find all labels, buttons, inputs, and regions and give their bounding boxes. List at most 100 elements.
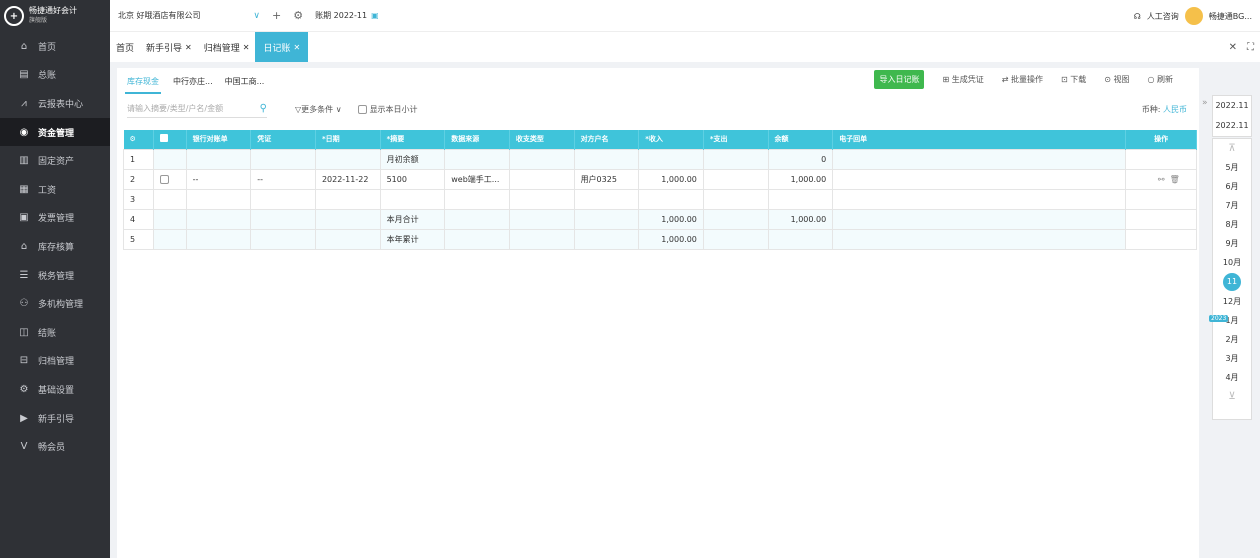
close-icon[interactable]: ✕ — [185, 43, 192, 52]
company-select[interactable]: 北京 好哦酒店有限公司 ∨ — [110, 10, 260, 21]
month-7[interactable]: 12月 — [1213, 292, 1251, 311]
download-button[interactable]: ⊡ 下载 — [1061, 74, 1086, 85]
gear-icon[interactable]: ⚙ — [293, 9, 303, 22]
table-row[interactable]: 4 本月合计 1,000.00 1,000.00 — [122, 208, 1197, 230]
row-actions — [1125, 148, 1197, 170]
avatar[interactable] — [1184, 7, 1203, 25]
month-4[interactable]: 9月 — [1213, 234, 1251, 253]
cell-balance[interactable]: 1,000.00 — [767, 168, 834, 190]
checkbox[interactable] — [357, 104, 367, 114]
month-6[interactable]: 11月 — [1223, 273, 1241, 304]
row-select[interactable] — [153, 228, 187, 250]
delete-icon[interactable]: 🗑 — [1170, 175, 1180, 184]
sidebar-item-home[interactable]: ⌂ 首页 — [0, 32, 110, 61]
month-1[interactable]: 6月 — [1213, 177, 1251, 196]
tab-3[interactable]: 日记账 ✕ — [255, 32, 309, 62]
chevron-up-icon[interactable]: ⊼ — [1213, 139, 1251, 158]
gear-icon[interactable]: ⚙ — [130, 135, 136, 143]
batch-button[interactable]: ⇄ 批量操作 — [1002, 74, 1043, 85]
account-tab-icbc[interactable]: 中国工商... — [225, 76, 265, 87]
generate-voucher-button[interactable]: ⊞ 生成凭证 — [942, 74, 983, 85]
sidebar-item-archive[interactable]: ⊟ 归档管理 — [0, 347, 110, 376]
account-tab-boc[interactable]: 中行亦庄... — [173, 76, 213, 87]
tab-1[interactable]: 新手引导 ✕ — [140, 32, 198, 62]
month-9[interactable]: 2月 — [1213, 330, 1251, 349]
month-0[interactable]: 5月 — [1213, 158, 1251, 177]
search-input[interactable]: 请输入摘要/类型/户名/金额 ⚲ — [127, 100, 267, 118]
cell-source — [444, 148, 510, 170]
month-5[interactable]: 10月 — [1213, 253, 1251, 272]
account-tab-cash[interactable]: 库存现金 — [125, 69, 161, 94]
checkbox[interactable] — [160, 134, 169, 143]
month-2[interactable]: 7月 — [1213, 196, 1251, 215]
currency-value[interactable]: 人民币 — [1163, 105, 1187, 114]
col-header: *支出 — [703, 130, 769, 149]
period-start[interactable]: 2022.11 — [1213, 96, 1251, 116]
tab-0[interactable]: 首页 — [110, 32, 140, 62]
sidebar-item-fund[interactable]: ◉ 资金管理 — [0, 117, 110, 147]
settings-col-header[interactable]: ⚙ — [123, 130, 155, 149]
row-number: 3 — [122, 188, 155, 210]
cell-summary[interactable]: 5100 — [379, 168, 446, 190]
row-select[interactable] — [153, 208, 187, 230]
sidebar-item-org[interactable]: ⚇ 多机构管理 — [0, 289, 110, 318]
refresh-button[interactable]: ○ 刷新 — [1147, 74, 1173, 85]
select-all[interactable] — [153, 130, 187, 149]
service-link[interactable]: 人工咨询 — [1147, 11, 1179, 22]
table-row[interactable]: 2 -- -- 2022-11-22 5100 web端手工... 用户0325 1,000.… — [122, 168, 1197, 190]
cell-voucher[interactable]: -- — [250, 168, 316, 190]
checkbox[interactable] — [160, 174, 170, 184]
table-row[interactable]: 5 本年累计 1,000.00 — [122, 228, 1197, 250]
close-icon[interactable]: ✕ — [243, 43, 250, 52]
cell-bank — [185, 208, 252, 230]
sidebar-item-tax[interactable]: ☰ 税务管理 — [0, 261, 110, 290]
sidebar-item-label: 总账 — [38, 71, 57, 82]
close-icon[interactable]: ✕ — [293, 43, 300, 52]
cell-date[interactable]: 2022-11-22 — [314, 168, 381, 190]
user-name[interactable]: 畅捷通BG... — [1209, 11, 1252, 22]
cell-receipt[interactable] — [832, 168, 1127, 190]
sidebar-item-inventory[interactable]: ⌂ 库存核算 — [0, 232, 110, 261]
sidebar-item-vip[interactable]: V 畅会员 — [0, 432, 110, 461]
row-select[interactable] — [153, 168, 187, 190]
tab-label: 日记账 — [263, 43, 291, 54]
sidebar-item-close-account[interactable]: ◫ 结账 — [0, 318, 110, 347]
close-icon[interactable]: ✕ — [1229, 42, 1237, 53]
cell-receipt — [832, 188, 1127, 210]
more-filters-button[interactable]: ▽更多条件 ∨ — [295, 104, 342, 115]
col-header: 凭证 — [250, 130, 316, 149]
cell-partner[interactable]: 用户0325 — [573, 168, 640, 190]
sidebar-item-chart[interactable]: ⩘ 云报表中心 — [0, 89, 110, 118]
sidebar-item-salary[interactable]: ▦ 工资 — [0, 175, 110, 204]
search-icon[interactable]: ⚲ — [260, 103, 267, 114]
month-10[interactable]: 3月 — [1213, 349, 1251, 368]
sidebar-item-settings[interactable]: ⚙ 基础设置 — [0, 375, 110, 404]
table-row[interactable]: 1 月初余额 0 — [122, 148, 1197, 170]
cell-type[interactable] — [508, 168, 575, 190]
add-icon[interactable]: + — [272, 9, 281, 22]
sidebar-item-asset[interactable]: ▥ 固定资产 — [0, 146, 110, 175]
period-picker[interactable]: 账期 2022-11 ▣ — [315, 10, 379, 21]
show-subtotal-toggle[interactable]: 显示本日小计 — [357, 104, 418, 115]
import-button[interactable]: 导入日记账 — [874, 70, 925, 89]
expand-icon[interactable]: » — [1202, 98, 1208, 108]
table-row[interactable]: 3 — [122, 188, 1197, 210]
fullscreen-icon[interactable]: ⛶ — [1247, 42, 1254, 53]
tab-2[interactable]: 归档管理 ✕ — [198, 32, 256, 62]
link-icon[interactable]: ⚯ — [1158, 175, 1165, 184]
view-button[interactable]: ⊙ 视图 — [1104, 74, 1129, 85]
cell-expense[interactable] — [702, 168, 769, 190]
sidebar-item-label: 畅会员 — [38, 443, 66, 454]
chevron-down-icon[interactable]: ⊻ — [1213, 387, 1251, 406]
sidebar-item-guide[interactable]: ▶ 新手引导 — [0, 404, 110, 433]
row-select[interactable] — [153, 148, 187, 170]
period-end[interactable]: 2022.11 — [1213, 116, 1251, 136]
row-select[interactable] — [153, 188, 187, 210]
cell-bank[interactable]: -- — [185, 168, 252, 190]
month-11[interactable]: 4月 — [1213, 368, 1251, 387]
sidebar-item-invoice[interactable]: ▣ 发票管理 — [0, 204, 110, 233]
cell-source[interactable]: web端手工... — [444, 168, 510, 190]
cell-income[interactable]: 1,000.00 — [638, 168, 704, 190]
month-3[interactable]: 8月 — [1213, 215, 1251, 234]
sidebar-item-ledger[interactable]: ▤ 总账 — [0, 61, 110, 90]
